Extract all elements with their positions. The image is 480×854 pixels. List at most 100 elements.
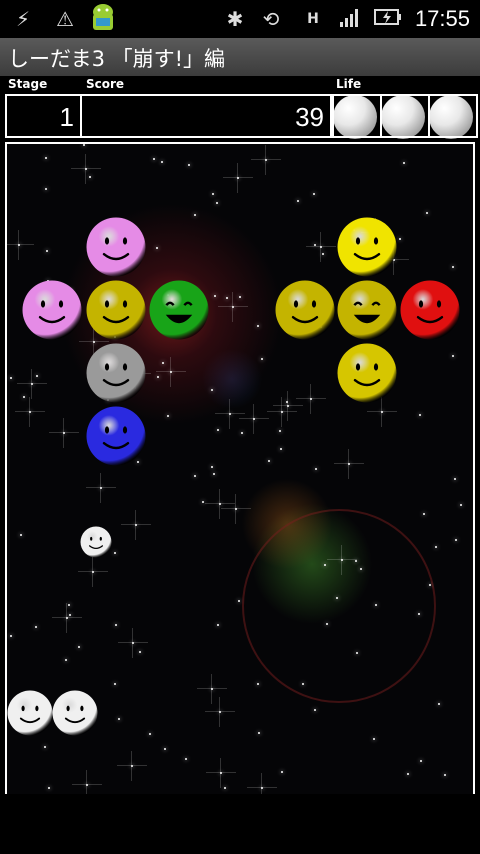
star [226,297,228,299]
star [438,703,440,705]
star-flare [18,230,19,260]
star-flare [320,232,321,262]
star [239,296,241,298]
star [167,415,169,417]
star [302,683,304,685]
star [156,247,158,249]
star [36,375,38,377]
star-flare [287,391,288,421]
star-flare [205,711,235,712]
star [261,358,263,360]
app-title-bar: しーだま3 「崩す!」編 [0,38,480,76]
star-flare [156,371,186,372]
android-icon [88,2,118,32]
star [149,733,151,735]
smiley-ball [400,280,460,340]
star [164,748,166,750]
star [454,478,456,480]
star [114,552,116,554]
star-flare [334,463,364,464]
star [10,377,12,379]
star [83,144,85,146]
star-flare [205,503,235,504]
star [258,732,260,734]
star [403,162,405,164]
star [322,253,324,255]
star-flare [66,603,67,633]
star [407,773,409,775]
stage-label: Stage [8,77,48,91]
star [286,401,288,403]
star [435,546,437,548]
play-field[interactable] [5,142,475,794]
star-flare [31,369,32,399]
star-flare [17,383,47,384]
star-flare [251,159,281,160]
star-flare [273,405,303,406]
bottom-bar [0,794,480,854]
star-flare [218,306,248,307]
star [326,623,328,625]
smiley-ball [337,343,397,403]
star-flare [341,545,342,575]
star [268,460,270,462]
player-ball[interactable] [80,526,112,558]
smiley-ball [149,280,209,340]
star [89,176,91,178]
star-flare [135,510,136,540]
star-flare [247,787,277,788]
star [153,158,155,160]
star [356,652,358,654]
reserve-ball [52,690,98,736]
star-flare [215,413,245,414]
life-label: Life [336,77,362,91]
star [65,659,67,661]
star [257,683,259,685]
star-flare [121,524,151,525]
star [118,718,120,720]
star-flare [237,163,238,193]
star-flare [86,770,87,794]
star-flare [131,751,132,781]
smiley-ball [337,280,397,340]
star-flare [132,628,133,658]
star-flare [310,384,311,414]
star [139,651,141,653]
star [202,501,204,503]
reserve-ball [7,690,53,736]
star [279,430,281,432]
star-flare [117,765,147,766]
star [10,635,12,637]
lens-flare-ring [242,509,436,703]
hud-labels: Stage Score Life [0,76,480,92]
star-flare [15,411,45,412]
star [20,534,22,536]
star [452,266,454,268]
app-title: しーだま3 「崩す!」編 [8,47,226,71]
star-flare [296,398,326,399]
star [78,646,80,648]
star-flare [63,418,64,448]
smiley-ball [22,280,82,340]
star-flare [78,571,108,572]
star [336,597,338,599]
star [194,475,196,477]
star-flare [206,772,236,773]
star [46,250,48,252]
star [217,624,219,626]
star [419,414,421,416]
star-flare [219,697,220,727]
star-flare [72,784,102,785]
star-flare [267,411,297,412]
star [315,468,317,470]
star-flare [220,758,221,788]
star [423,513,425,515]
clock: 17:55 [414,6,470,31]
star [257,325,259,327]
battery-charging-icon [374,6,401,32]
star [45,188,47,190]
star [44,746,46,748]
star [157,376,159,378]
star [238,600,240,602]
star-flare [253,404,254,434]
